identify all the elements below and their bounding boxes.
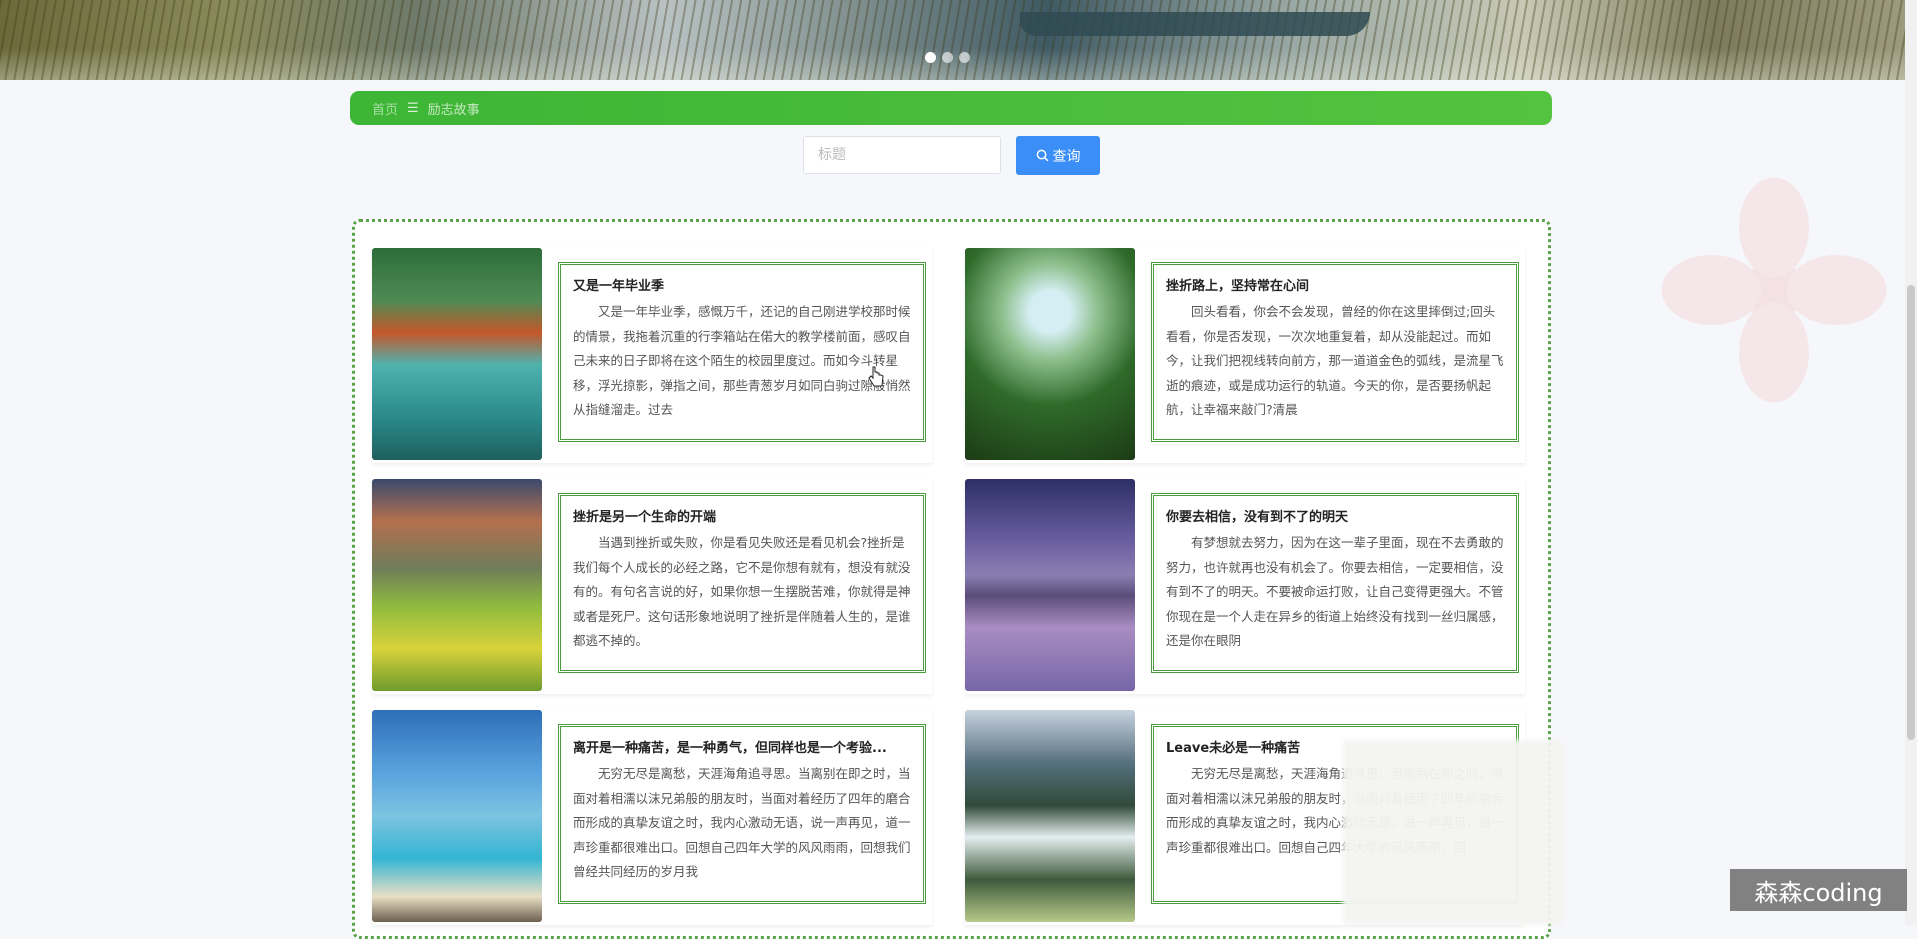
breadcrumb-current: 励志故事 <box>427 102 480 118</box>
search-input[interactable] <box>803 136 1001 174</box>
page-scrollbar[interactable] <box>1905 0 1917 925</box>
breadcrumb: 首页 ☰ 励志故事 <box>350 91 1552 125</box>
scrollbar-thumb[interactable] <box>1907 285 1915 740</box>
article-thumbnail[interactable] <box>965 479 1135 691</box>
blurred-overlay <box>1343 740 1564 925</box>
carousel-dots <box>925 52 970 63</box>
article-text-box: 挫折是另一个生命的开端 当遇到挫折或失败，你是看见失败还是看见机会?挫折是我们每… <box>558 493 926 673</box>
article-thumbnail[interactable] <box>965 248 1135 460</box>
article-summary: 无穷无尽是离愁，天涯海角追寻思。当离别在即之时，当面对着相濡以沫兄弟般的朋友时，… <box>573 766 911 879</box>
menu-icon: ☰ <box>407 100 419 116</box>
article-card[interactable]: 又是一年毕业季 又是一年毕业季，感慨万千，还记的自己刚进学校那时候的情景，我拖着… <box>372 248 932 463</box>
breadcrumb-home[interactable]: 首页 <box>372 99 398 118</box>
banner-image <box>0 0 1905 80</box>
article-text-box: 你要去相信，没有到不了的明天 有梦想就去努力，因为在这一辈子里面，现在不去勇敢的… <box>1151 493 1519 673</box>
article-title[interactable]: 挫折是另一个生命的开端 <box>573 506 911 525</box>
article-thumbnail[interactable] <box>372 248 542 460</box>
hand-cursor-icon <box>868 366 884 387</box>
article-text-box: 又是一年毕业季 又是一年毕业季，感慨万千，还记的自己刚进学校那时候的情景，我拖着… <box>558 262 926 442</box>
banner-carousel[interactable] <box>0 0 1905 80</box>
article-card[interactable]: 你要去相信，没有到不了的明天 有梦想就去努力，因为在这一辈子里面，现在不去勇敢的… <box>965 479 1525 694</box>
search-button-label: 查询 <box>1052 148 1081 165</box>
article-title[interactable]: 离开是一种痛苦，是一种勇气，但同样也是一个考验... <box>573 737 911 756</box>
article-summary: 当遇到挫折或失败，你是看见失败还是看见机会?挫折是我们每个人成长的必经之路，它不… <box>573 535 911 648</box>
article-thumbnail[interactable] <box>372 710 542 922</box>
carousel-dot-1[interactable] <box>925 52 936 63</box>
article-text-box: 离开是一种痛苦，是一种勇气，但同样也是一个考验... 无穷无尽是离愁，天涯海角追… <box>558 724 926 904</box>
flower-decoration <box>1661 177 1887 403</box>
article-card[interactable]: 挫折路上，坚持常在心间 回头看看，你会不会发现，曾经的你在这里摔倒过;回头看看，… <box>965 248 1525 463</box>
carousel-dot-3[interactable] <box>959 52 970 63</box>
article-title[interactable]: 又是一年毕业季 <box>573 275 911 294</box>
article-title[interactable]: 挫折路上，坚持常在心间 <box>1166 275 1504 294</box>
article-thumbnail[interactable] <box>965 710 1135 922</box>
carousel-dot-2[interactable] <box>942 52 953 63</box>
article-title[interactable]: 你要去相信，没有到不了的明天 <box>1166 506 1504 525</box>
search-icon <box>1036 149 1048 162</box>
article-thumbnail[interactable] <box>372 479 542 691</box>
article-card[interactable]: 离开是一种痛苦，是一种勇气，但同样也是一个考验... 无穷无尽是离愁，天涯海角追… <box>372 710 932 925</box>
banner-boat-graphic <box>1020 12 1370 36</box>
article-text-box: 挫折路上，坚持常在心间 回头看看，你会不会发现，曾经的你在这里摔倒过;回头看看，… <box>1151 262 1519 442</box>
article-summary: 有梦想就去努力，因为在这一辈子里面，现在不去勇敢的努力，也许就再也没有机会了。你… <box>1166 535 1504 648</box>
watermark: 森森coding <box>1730 869 1907 911</box>
search-button[interactable]: 查询 <box>1016 136 1100 175</box>
article-summary: 回头看看，你会不会发现，曾经的你在这里摔倒过;回头看看，你是否发现，一次次地重复… <box>1166 304 1504 417</box>
article-summary: 又是一年毕业季，感慨万千，还记的自己刚进学校那时候的情景，我拖着沉重的行李箱站在… <box>573 304 911 417</box>
article-card[interactable]: 挫折是另一个生命的开端 当遇到挫折或失败，你是看见失败还是看见机会?挫折是我们每… <box>372 479 932 694</box>
